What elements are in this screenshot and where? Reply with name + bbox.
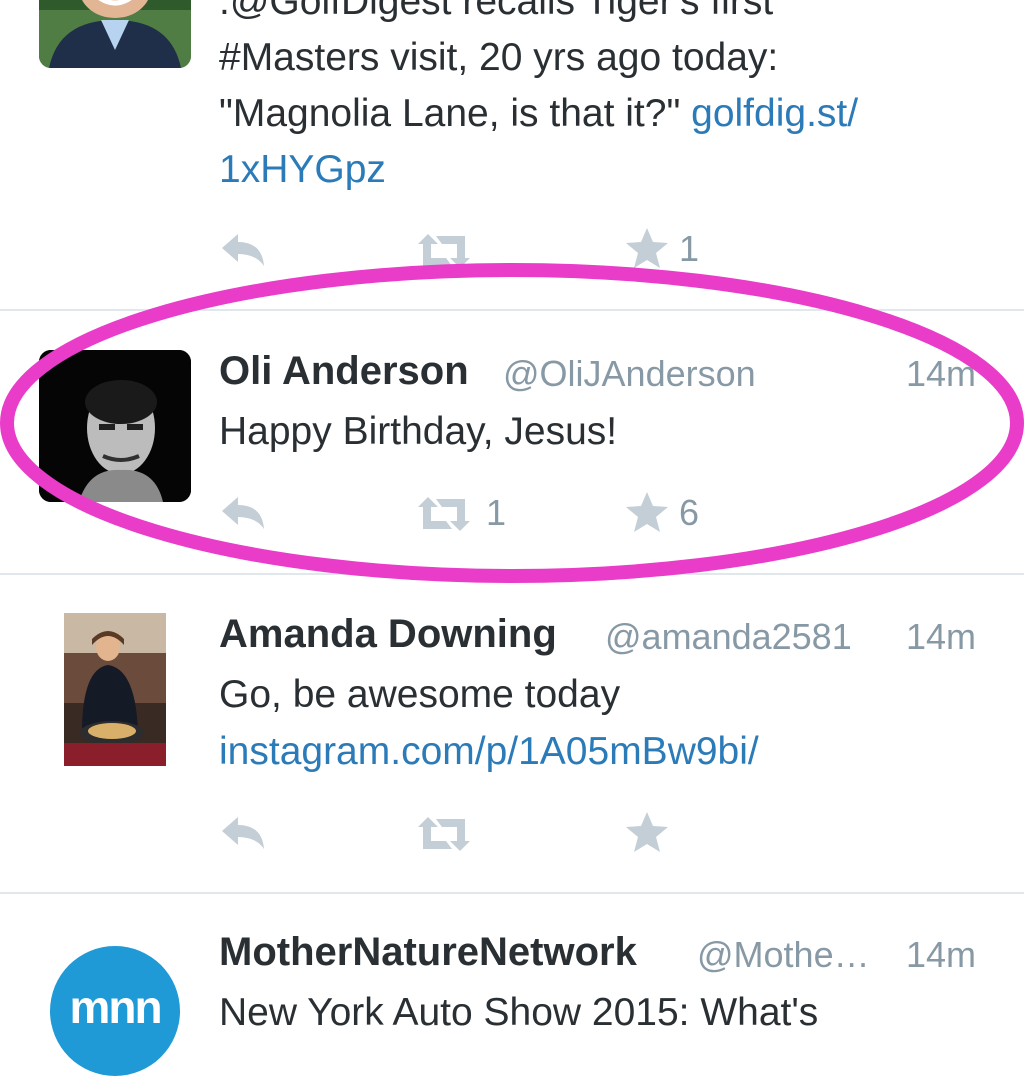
tweet-text: "Magnolia Lane, is that it?" xyxy=(219,92,692,135)
username[interactable]: @OliJAnderson xyxy=(503,353,756,395)
tweet-mother-nature-network[interactable]: mnn MotherNatureNetwork @Mothe… 14m New … xyxy=(0,894,1024,1076)
reply-icon[interactable] xyxy=(218,493,268,533)
favorite-count: 6 xyxy=(679,492,700,533)
retweet-icon[interactable] xyxy=(416,495,472,533)
tweet-amanda-downing[interactable]: Amanda Downing @amanda2581 14m Go, be aw… xyxy=(0,575,1024,892)
tweet-link[interactable]: golfdig.st/ xyxy=(691,92,858,135)
tweet-text-line: .@GolfDigest recalls Tiger's first xyxy=(219,0,774,23)
favorite-star-icon[interactable] xyxy=(624,490,670,534)
tweet-text-line: "Magnolia Lane, is that it?" golfdig.st/ xyxy=(219,92,858,136)
timestamp: 14m xyxy=(906,934,977,975)
avatar[interactable] xyxy=(39,350,191,502)
retweet-icon[interactable] xyxy=(416,232,472,270)
display-name[interactable]: Oli Anderson xyxy=(219,349,469,394)
tweet-text-line: #Masters visit, 20 yrs ago today: xyxy=(219,36,779,79)
favorite-star-icon[interactable] xyxy=(624,226,670,270)
tweet-text: Happy Birthday, Jesus! xyxy=(219,410,618,453)
avatar[interactable] xyxy=(64,613,166,766)
display-name[interactable]: Amanda Downing xyxy=(219,612,557,657)
reply-icon[interactable] xyxy=(218,230,268,270)
username[interactable]: @amanda2581 xyxy=(605,616,852,658)
timestamp: 14m xyxy=(906,616,977,657)
retweet-icon[interactable] xyxy=(416,815,472,853)
mnn-logo-text: mnn xyxy=(69,981,162,1033)
reply-icon[interactable] xyxy=(218,813,268,853)
tweet-oli-anderson[interactable]: Oli Anderson @OliJAnderson 14m Happy Bir… xyxy=(0,311,1024,573)
tweet-link[interactable]: 1xHYGpz xyxy=(219,148,386,192)
username[interactable]: @Mothe… xyxy=(697,934,870,976)
tweet-text: Go, be awesome today xyxy=(219,673,621,716)
favorite-count: 1 xyxy=(679,228,700,269)
display-name[interactable]: MotherNatureNetwork xyxy=(219,930,637,975)
tweet-text: New York Auto Show 2015: What's xyxy=(219,991,819,1034)
tweet-link[interactable]: instagram.com/p/1A05mBw9bi/ xyxy=(219,730,759,774)
favorite-star-icon[interactable] xyxy=(624,810,670,854)
avatar[interactable]: mnn xyxy=(50,946,180,1076)
tweet-golf-digest[interactable]: .@GolfDigest recalls Tiger's first #Mast… xyxy=(0,0,1024,310)
avatar[interactable] xyxy=(39,0,191,68)
retweet-count: 1 xyxy=(486,492,507,533)
timestamp: 14m xyxy=(906,353,977,394)
